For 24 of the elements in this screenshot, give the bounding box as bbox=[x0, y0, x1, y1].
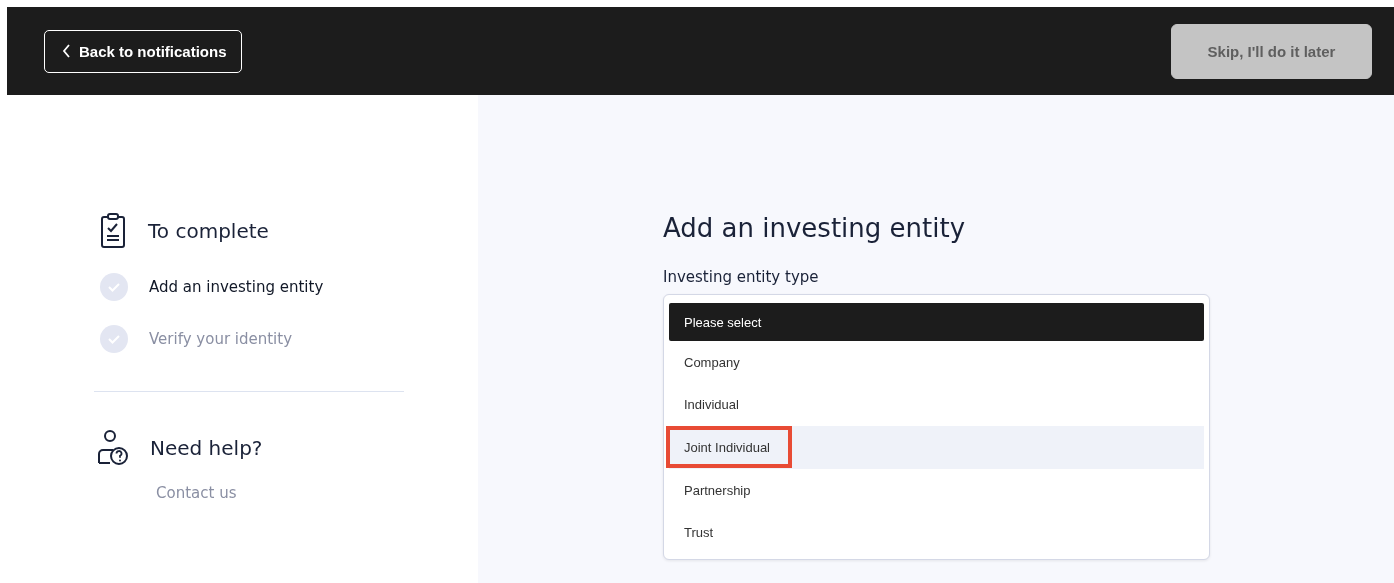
option-label: Individual bbox=[684, 397, 739, 413]
step-label: Verify your identity bbox=[149, 330, 293, 348]
check-circle-icon bbox=[100, 325, 128, 353]
clipboard-check-icon bbox=[100, 213, 126, 249]
dropdown-option[interactable]: Joint Individual bbox=[669, 426, 1204, 469]
section-title: Need help? bbox=[150, 436, 263, 460]
option-label: Partnership bbox=[684, 482, 751, 498]
option-label: Trust bbox=[684, 525, 714, 541]
step-label: Add an investing entity bbox=[149, 278, 324, 296]
check-circle-icon bbox=[100, 273, 128, 301]
dropdown-option[interactable]: Trust bbox=[669, 511, 1204, 554]
section-title: To complete bbox=[148, 219, 269, 243]
dropdown-option[interactable]: Company bbox=[669, 341, 1204, 384]
dropdown-option[interactable]: Please select bbox=[669, 303, 1204, 341]
form-title: Add an investing entity bbox=[663, 213, 967, 243]
option-label: Please select bbox=[684, 314, 762, 330]
field-label: Investing entity type bbox=[663, 268, 820, 286]
dropdown-option[interactable]: Individual bbox=[669, 383, 1204, 427]
back-button[interactable]: Back to notifications bbox=[44, 29, 242, 73]
chevron-left-icon bbox=[62, 44, 71, 58]
option-label: Joint Individual bbox=[684, 440, 770, 455]
dropdown-option[interactable]: Partnership bbox=[669, 468, 1204, 512]
person-question-icon bbox=[97, 430, 131, 466]
option-label: Company bbox=[684, 354, 740, 370]
